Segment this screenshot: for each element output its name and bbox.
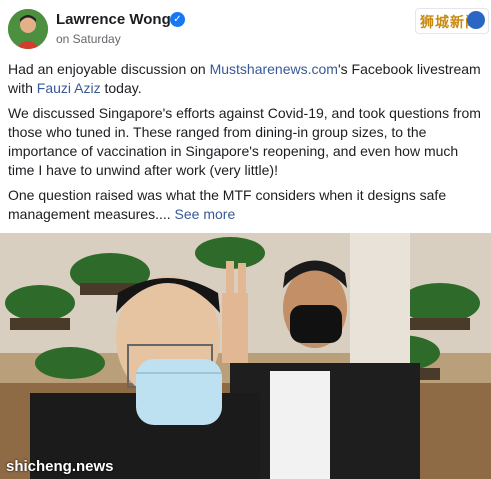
post-text: today. bbox=[100, 80, 142, 96]
author-avatar[interactable] bbox=[8, 9, 48, 49]
author-name[interactable]: Lawrence Wong bbox=[56, 11, 171, 28]
post-paragraph-3: One question raised was what the MTF con… bbox=[8, 186, 484, 224]
post-body: Had an enjoyable discussion on Mustshare… bbox=[8, 60, 484, 230]
post-paragraph-1: Had an enjoyable discussion on Mustshare… bbox=[8, 60, 484, 98]
fauzi-aziz-link[interactable]: Fauzi Aziz bbox=[37, 80, 101, 96]
post-text: Had an enjoyable discussion on bbox=[8, 61, 210, 77]
verified-badge-icon: ✓ bbox=[170, 12, 185, 27]
avatar-image bbox=[8, 9, 48, 49]
post-time[interactable]: on Saturday bbox=[56, 32, 121, 46]
post-photo[interactable]: shicheng.news bbox=[0, 233, 491, 479]
post-header: Lawrence Wong ✓ on Saturday 狮城新闻 bbox=[0, 0, 491, 58]
watermark-text: shicheng.news bbox=[6, 458, 114, 475]
post-paragraph-2: We discussed Singapore's efforts against… bbox=[8, 105, 481, 178]
see-more-link[interactable]: See more bbox=[175, 206, 236, 222]
selfie-image bbox=[0, 233, 491, 479]
brand-globe-icon bbox=[467, 11, 485, 29]
brand-logo: 狮城新闻 bbox=[415, 8, 489, 34]
mustsharenews-link[interactable]: Mustsharenews.com bbox=[210, 61, 338, 77]
